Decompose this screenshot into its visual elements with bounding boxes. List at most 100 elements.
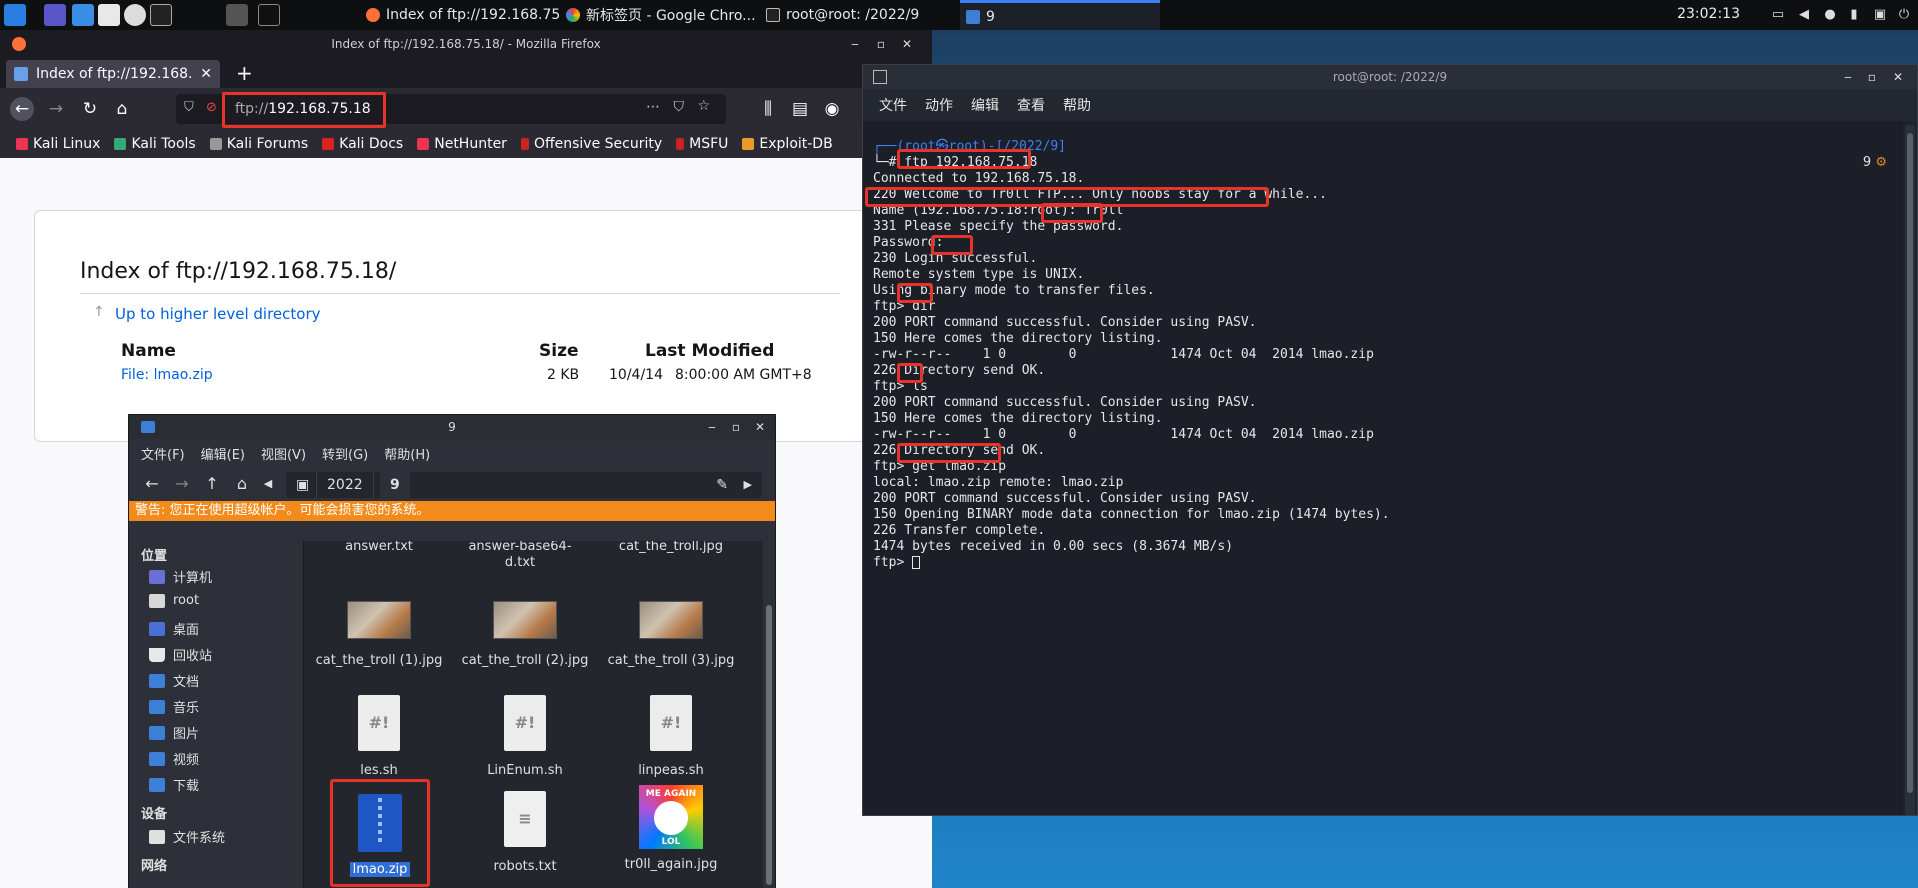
display-icon[interactable]: ▭ bbox=[1770, 7, 1786, 23]
maximize-icon[interactable]: ▫ bbox=[725, 415, 747, 439]
sidebar-item-filesystem[interactable]: 文件系统 bbox=[149, 827, 225, 846]
browser-icon[interactable] bbox=[124, 4, 146, 26]
menu-go[interactable]: 转到(G) bbox=[322, 444, 368, 463]
bookmark-nethunter[interactable]: NetHunter bbox=[417, 136, 507, 152]
terminal-scrollbar[interactable] bbox=[1905, 125, 1915, 815]
library-icon[interactable]: ⫼ bbox=[756, 97, 780, 121]
scrollbar-thumb[interactable] bbox=[766, 605, 772, 885]
bookmark-kali-docs[interactable]: Kali Docs bbox=[322, 136, 403, 152]
tab-ftp-index[interactable]: Index of ftp://192.168.75.18/ ✕ bbox=[6, 60, 220, 88]
terminal-output[interactable]: ┌──(root㉿root)-[/2022/9] └─# ftp 192.168.… bbox=[863, 121, 1903, 815]
scrollbar-thumb[interactable] bbox=[1907, 133, 1913, 793]
menu-help[interactable]: 帮助(H) bbox=[384, 444, 430, 463]
account-icon[interactable]: ◉ bbox=[820, 97, 844, 121]
menu-edit[interactable]: 编辑(E) bbox=[201, 444, 245, 463]
forward-arrow-icon[interactable]: → bbox=[171, 473, 193, 495]
menu-file[interactable]: 文件 bbox=[879, 95, 907, 115]
file-manager-icon[interactable] bbox=[72, 4, 94, 26]
menu-view[interactable]: 查看 bbox=[1017, 95, 1045, 115]
show-desktop-icon[interactable] bbox=[44, 4, 66, 26]
reload-icon[interactable]: ↻ bbox=[78, 97, 102, 121]
file-lmao-zip[interactable]: lmao.zip bbox=[330, 779, 430, 887]
workspace-2-icon[interactable] bbox=[258, 4, 280, 26]
back-arrow-icon[interactable]: ← bbox=[141, 473, 163, 495]
back-arrow-icon[interactable]: ← bbox=[10, 97, 34, 121]
terminal-icon[interactable] bbox=[150, 4, 172, 26]
bookmark-kali-tools[interactable]: Kali Tools bbox=[114, 136, 196, 152]
path-right-chevron-icon[interactable]: ▶ bbox=[734, 472, 762, 498]
task-terminal[interactable]: root@root: /2022/9 bbox=[760, 0, 960, 30]
path-left-chevron-icon[interactable]: ◀ bbox=[257, 473, 279, 495]
task-chrome[interactable]: 新标签页 - Google Chro... bbox=[560, 0, 760, 30]
file-linpeas-sh[interactable]: #! linpeas.sh bbox=[596, 695, 746, 779]
pocket-icon[interactable]: ⛉ bbox=[674, 99, 685, 115]
file-cat-the-troll-2-jpg[interactable]: cat_the_troll (2).jpg bbox=[450, 601, 600, 669]
bookmark-kali-linux[interactable]: Kali Linux bbox=[16, 136, 100, 152]
task-firefox[interactable]: Index of ftp://192.168.75... bbox=[360, 0, 560, 30]
sidebar-icon[interactable]: ▤ bbox=[788, 97, 812, 121]
minimize-icon[interactable]: ‒ bbox=[844, 30, 866, 58]
file-cat-the-troll-3-jpg[interactable]: cat_the_troll (3).jpg bbox=[596, 601, 746, 669]
clock[interactable]: 23:02:13 bbox=[1677, 6, 1740, 22]
sidebar-item-desktop[interactable]: 桌面 bbox=[149, 619, 199, 638]
close-icon[interactable]: ✕ bbox=[749, 415, 771, 439]
settings-gear-icon[interactable]: ⚙ bbox=[1875, 155, 1887, 170]
lock-icon[interactable]: ▣ bbox=[1872, 7, 1888, 23]
page-actions-icon[interactable]: ⋯ bbox=[646, 99, 660, 115]
sidebar-item-computer[interactable]: 计算机 bbox=[149, 567, 212, 586]
close-icon[interactable]: ✕ bbox=[896, 30, 918, 58]
forward-arrow-icon[interactable]: → bbox=[44, 97, 68, 121]
path-crumb-9[interactable]: 9 bbox=[380, 472, 410, 498]
sidebar-item-music[interactable]: 音乐 bbox=[149, 697, 199, 716]
url-bar[interactable]: ⛉ ⊘ ftp://192.168.75.18 ⋯ ⛉ ☆ bbox=[176, 92, 726, 128]
sidebar-item-pictures[interactable]: 图片 bbox=[149, 723, 199, 742]
sidebar-item-documents[interactable]: 文档 bbox=[149, 671, 199, 690]
sidebar-item-trash[interactable]: 回收站 bbox=[149, 645, 212, 664]
sidebar-item-root[interactable]: root bbox=[149, 593, 199, 608]
column-size[interactable]: Size bbox=[539, 341, 579, 361]
file-robots-txt[interactable]: ≡ robots.txt bbox=[450, 791, 600, 875]
workspace-1-icon[interactable] bbox=[226, 4, 248, 26]
menu-view[interactable]: 视图(V) bbox=[261, 444, 306, 463]
maximize-icon[interactable]: ▫ bbox=[1861, 65, 1883, 89]
notification-bell-icon[interactable]: ● bbox=[1822, 7, 1838, 23]
close-icon[interactable]: ✕ bbox=[1887, 65, 1909, 89]
sidebar-item-videos[interactable]: 视频 bbox=[149, 749, 199, 768]
close-tab-icon[interactable]: ✕ bbox=[200, 66, 212, 82]
menu-edit[interactable]: 编辑 bbox=[971, 95, 999, 115]
power-icon[interactable]: ⏻ bbox=[1896, 7, 1912, 23]
bookmark-offensive-security[interactable]: Offensive Security bbox=[520, 136, 662, 152]
volume-icon[interactable]: ◀ bbox=[1796, 7, 1812, 23]
home-icon[interactable]: ⌂ bbox=[110, 97, 134, 121]
new-tab-button[interactable]: + bbox=[236, 62, 253, 84]
minimize-icon[interactable]: ‒ bbox=[1837, 65, 1859, 89]
file-cat-the-troll-1-jpg[interactable]: cat_the_troll (1).jpg bbox=[304, 601, 454, 669]
menu-help[interactable]: 帮助 bbox=[1063, 95, 1091, 115]
minimize-icon[interactable]: ‒ bbox=[701, 415, 723, 439]
home-icon[interactable]: ⌂ bbox=[231, 473, 253, 495]
bookmark-star-icon[interactable]: ☆ bbox=[697, 98, 710, 114]
column-last-modified[interactable]: Last Modified bbox=[645, 341, 774, 361]
menu-file[interactable]: 文件(F) bbox=[141, 444, 185, 463]
maximize-icon[interactable]: ▫ bbox=[870, 30, 892, 58]
battery-icon[interactable]: ▮ bbox=[1846, 7, 1862, 23]
up-directory-link[interactable]: Up to higher level directory bbox=[115, 305, 321, 323]
kali-menu-icon[interactable] bbox=[4, 4, 26, 26]
task-filemanager[interactable]: 9 bbox=[960, 0, 1160, 30]
file-answer-txt[interactable]: answer.txt bbox=[304, 541, 454, 555]
sidebar-item-downloads[interactable]: 下载 bbox=[149, 775, 199, 794]
column-name[interactable]: Name bbox=[121, 341, 176, 361]
bookmark-msfu[interactable]: MSFU bbox=[676, 136, 728, 152]
file-link-lmao-zip[interactable]: File: lmao.zip bbox=[121, 367, 213, 383]
file-tr0ll-again-jpg[interactable]: ME AGAIN LOL tr0ll_again.jpg bbox=[596, 785, 746, 873]
file-linenum-sh[interactable]: #! LinEnum.sh bbox=[450, 695, 600, 779]
text-editor-icon[interactable] bbox=[98, 4, 120, 26]
path-root-icon[interactable]: ▣ bbox=[286, 472, 319, 498]
menu-action[interactable]: 动作 bbox=[925, 95, 953, 115]
file-les-sh[interactable]: #! les.sh bbox=[304, 695, 454, 779]
file-answer-base64-d-txt[interactable]: answer-base64-d.txt bbox=[460, 541, 580, 571]
file-cat-the-troll-jpg[interactable]: cat_the_troll.jpg bbox=[596, 541, 746, 555]
path-crumb-2022[interactable]: 2022 bbox=[316, 472, 374, 498]
file-grid-scrollbar[interactable] bbox=[763, 541, 775, 888]
bookmark-kali-forums[interactable]: Kali Forums bbox=[209, 136, 308, 152]
